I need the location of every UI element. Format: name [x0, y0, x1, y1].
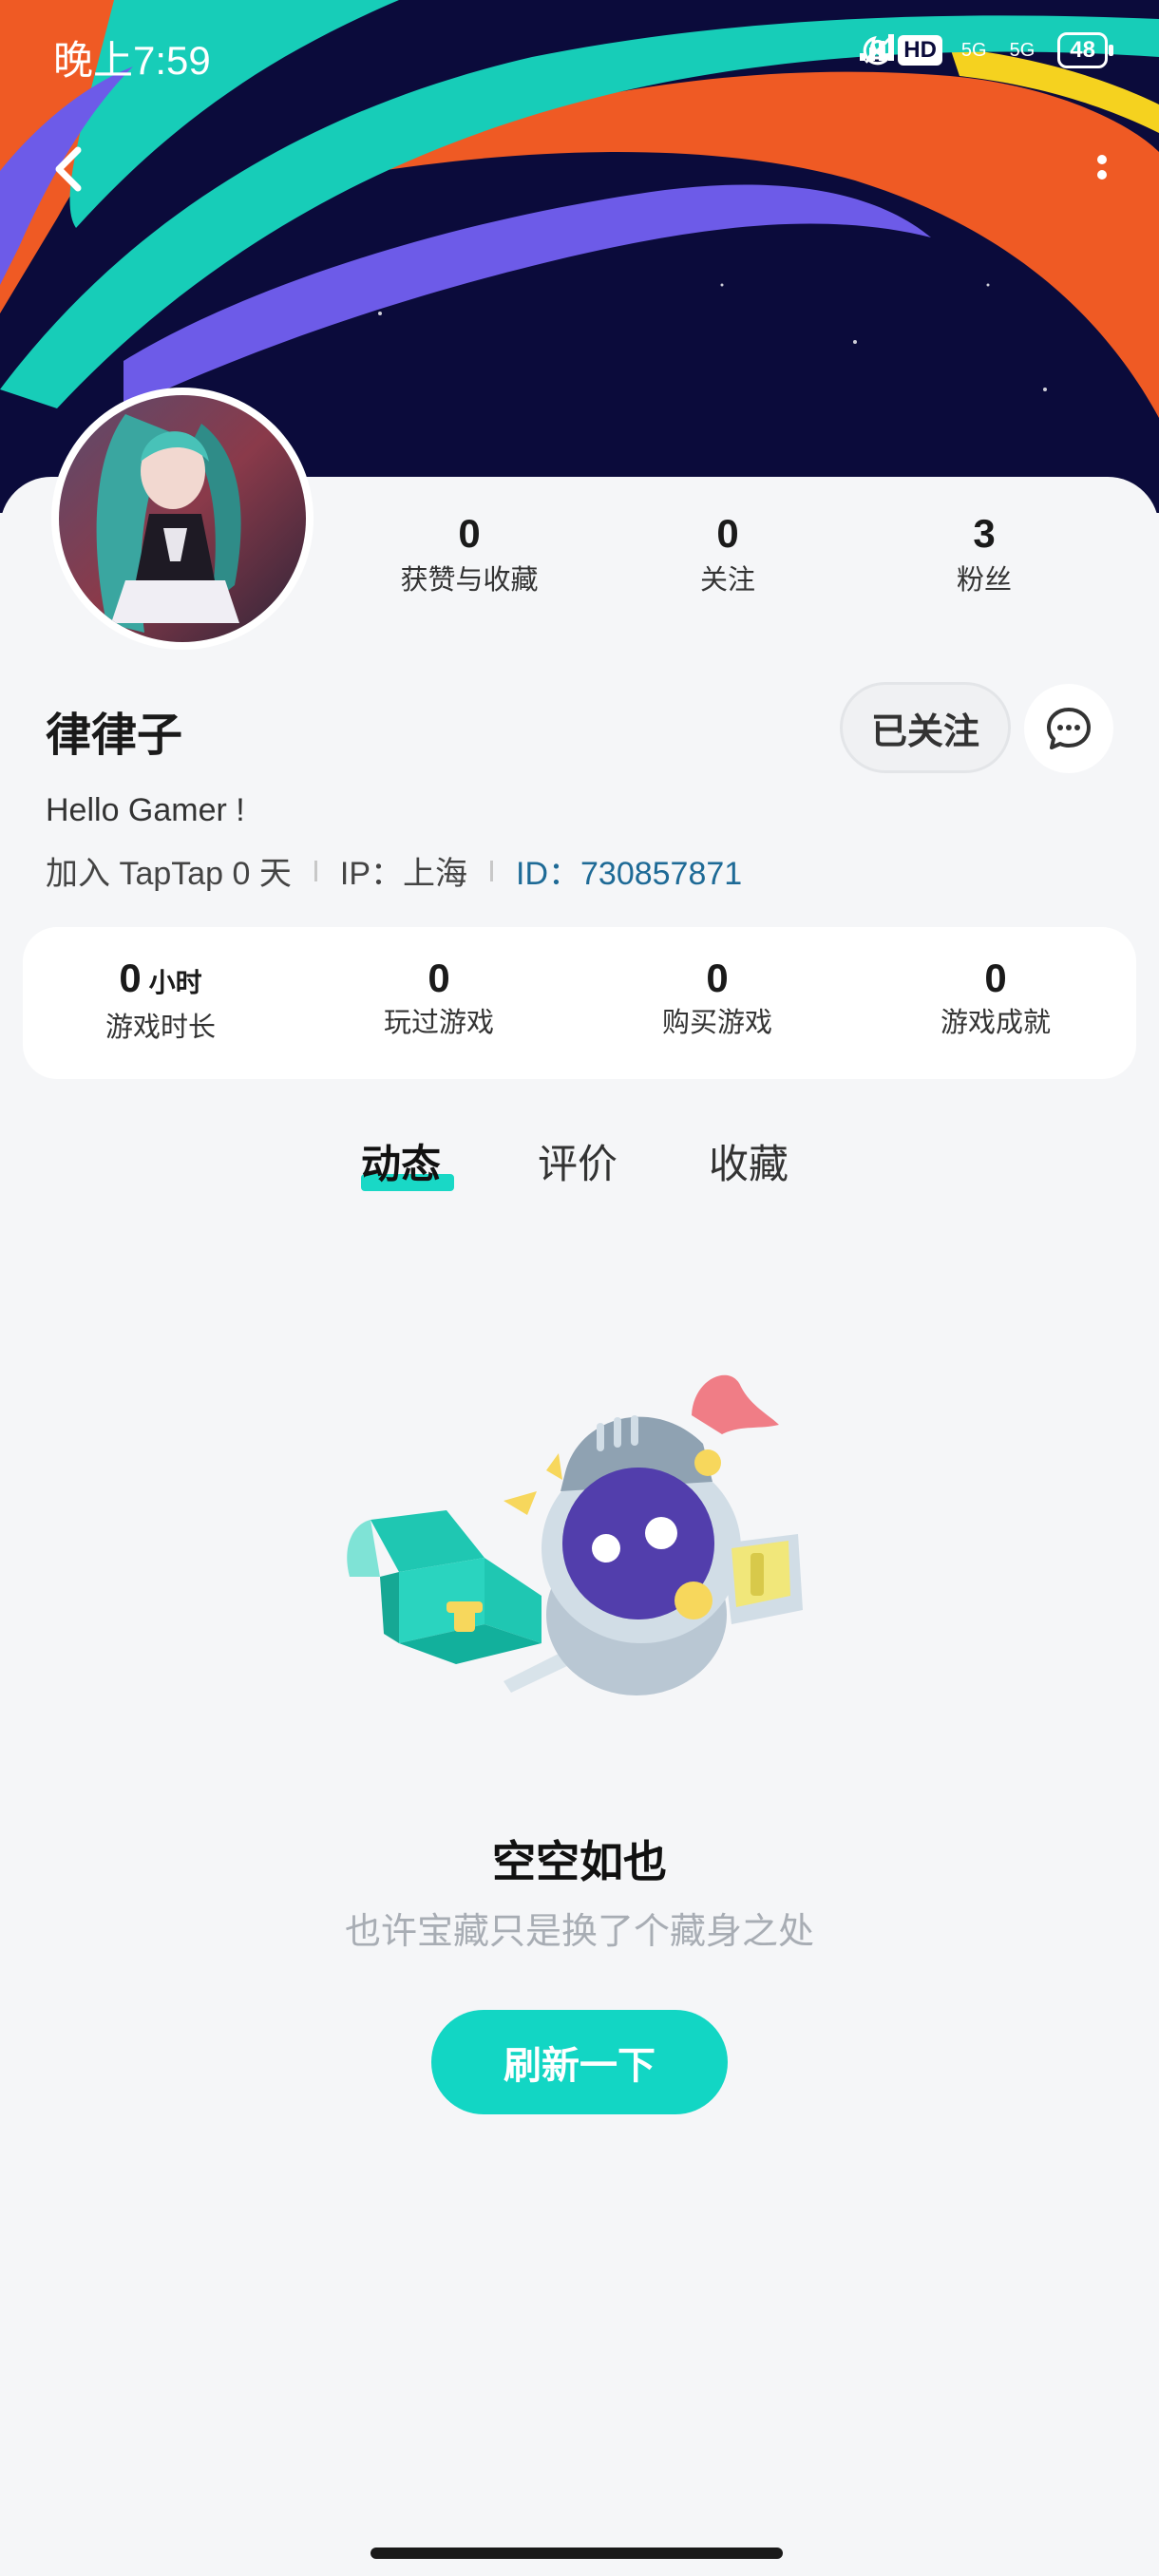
- home-indicator[interactable]: [370, 2548, 783, 2559]
- ip-location: IP：上海: [339, 856, 468, 892]
- username: 律律子: [46, 709, 183, 762]
- avatar-image: [59, 395, 306, 642]
- network-label: 5G: [960, 39, 987, 61]
- tab-reviews[interactable]: 评价: [538, 1132, 618, 1190]
- status-icons: HD 5G 5G 48: [860, 32, 1113, 68]
- chat-bubble-icon: [1047, 708, 1091, 749]
- gstat-purchased[interactable]: 0 购买游戏: [580, 954, 855, 1041]
- tab-posts[interactable]: 动态: [361, 1132, 441, 1190]
- gstat-playtime[interactable]: 0 小时 游戏时长: [23, 954, 298, 1046]
- game-stats-card: 0 小时 游戏时长 0 玩过游戏 0 购买游戏 0 游戏成就: [23, 927, 1136, 1079]
- empty-state-illustration: [342, 1358, 836, 1719]
- signal-icon: 5G: [860, 34, 991, 62]
- gstat-playtime-label: 游戏时长: [104, 1011, 216, 1043]
- user-id[interactable]: ID：730857871: [516, 847, 742, 894]
- refresh-button[interactable]: 刷新一下: [431, 2010, 728, 2114]
- stat-followers-label: 粉丝: [956, 563, 1012, 596]
- more-vertical-icon: [1097, 155, 1107, 180]
- gstat-playtime-unit: 小时: [148, 968, 202, 997]
- status-time: 晚上7:59: [53, 38, 211, 83]
- gstat-playtime-value: 0: [119, 956, 142, 1000]
- divider: [314, 860, 317, 881]
- gstat-played-label: 玩过游戏: [383, 1006, 494, 1038]
- status-bar: 晚上7:59 HD 5G 5G 48: [0, 0, 1159, 106]
- empty-state-title: 空空如也: [492, 1836, 667, 1887]
- signal-icon: 5G: [860, 34, 1039, 62]
- divider: [490, 860, 494, 881]
- empty-state-subtitle: 也许宝藏只是换了个藏身之处: [344, 1910, 814, 1952]
- gstat-played-value: 0: [428, 956, 450, 1000]
- gstat-purchased-label: 购买游戏: [661, 1006, 772, 1038]
- profile-meta: 加入 TapTap 0 天 IP：上海 ID：730857871: [46, 847, 742, 894]
- joined-info: 加入 TapTap 0 天: [46, 856, 292, 892]
- chevron-left-icon: [55, 146, 82, 192]
- tab-favorites[interactable]: 收藏: [709, 1132, 788, 1190]
- stat-following-value: 0: [716, 511, 739, 556]
- bio: Hello Gamer !: [46, 792, 245, 828]
- avatar[interactable]: [51, 388, 314, 650]
- stat-followers-value: 3: [973, 511, 996, 556]
- gstat-achievements-value: 0: [984, 956, 1007, 1000]
- stat-following[interactable]: 0 关注: [604, 507, 851, 598]
- following-button[interactable]: 已关注: [840, 682, 1011, 773]
- gstat-achievements[interactable]: 0 游戏成就: [858, 954, 1133, 1041]
- stat-following-label: 关注: [699, 563, 755, 596]
- gstat-played[interactable]: 0 玩过游戏: [301, 954, 577, 1041]
- message-button[interactable]: [1024, 684, 1113, 773]
- stat-followers[interactable]: 3 粉丝: [861, 507, 1108, 598]
- gstat-purchased-value: 0: [706, 956, 729, 1000]
- stat-likes-label: 获赞与收藏: [400, 563, 539, 596]
- network-label: 5G: [1009, 39, 1036, 61]
- back-button[interactable]: [44, 131, 101, 207]
- hd-badge: HD: [898, 35, 942, 66]
- stat-likes[interactable]: 0 获赞与收藏: [346, 507, 593, 598]
- battery-icon: 48: [1057, 32, 1113, 68]
- gstat-achievements-label: 游戏成就: [940, 1006, 1051, 1038]
- more-button[interactable]: [1091, 142, 1113, 199]
- stat-likes-value: 0: [458, 511, 481, 556]
